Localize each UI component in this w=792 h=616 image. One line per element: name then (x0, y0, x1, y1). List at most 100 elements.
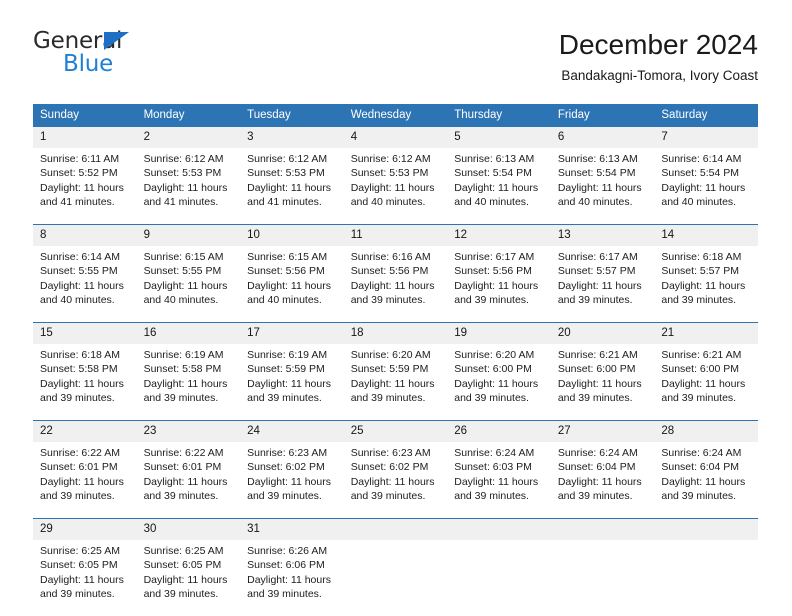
day-details: Sunrise: 6:21 AMSunset: 6:00 PMDaylight:… (551, 344, 655, 420)
sunset-text: Sunset: 6:05 PM (144, 558, 237, 572)
daylight-text: Daylight: 11 hours and 39 minutes. (558, 377, 651, 406)
calendar-day-cell[interactable]: 15Sunrise: 6:18 AMSunset: 5:58 PMDayligh… (33, 323, 137, 421)
calendar-day-cell[interactable]: 12Sunrise: 6:17 AMSunset: 5:56 PMDayligh… (447, 225, 551, 323)
day-number: 1 (33, 127, 137, 148)
calendar-day-cell[interactable]: 10Sunrise: 6:15 AMSunset: 5:56 PMDayligh… (240, 225, 344, 323)
day-number: 14 (654, 225, 758, 246)
calendar-day-cell[interactable]: 23Sunrise: 6:22 AMSunset: 6:01 PMDayligh… (137, 421, 241, 519)
day-number: 13 (551, 225, 655, 246)
daylight-text: Daylight: 11 hours and 39 minutes. (661, 279, 754, 308)
sunrise-text: Sunrise: 6:14 AM (40, 250, 133, 264)
calendar-day-cell[interactable]: 31Sunrise: 6:26 AMSunset: 6:06 PMDayligh… (240, 519, 344, 616)
sunset-text: Sunset: 6:06 PM (247, 558, 340, 572)
sunset-text: Sunset: 5:54 PM (558, 166, 651, 180)
day-number: 19 (447, 323, 551, 344)
calendar-day-cell[interactable]: 8Sunrise: 6:14 AMSunset: 5:55 PMDaylight… (33, 225, 137, 323)
sunrise-sunset-calendar: Sunday Monday Tuesday Wednesday Thursday… (33, 104, 758, 616)
calendar-day-cell[interactable]: 14Sunrise: 6:18 AMSunset: 5:57 PMDayligh… (654, 225, 758, 323)
sunrise-text: Sunrise: 6:19 AM (144, 348, 237, 362)
day-details: Sunrise: 6:26 AMSunset: 6:06 PMDaylight:… (240, 540, 344, 616)
daylight-text: Daylight: 11 hours and 41 minutes. (40, 181, 133, 210)
day-details: Sunrise: 6:12 AMSunset: 5:53 PMDaylight:… (344, 148, 448, 224)
daylight-text: Daylight: 11 hours and 39 minutes. (661, 475, 754, 504)
day-details: Sunrise: 6:21 AMSunset: 6:00 PMDaylight:… (654, 344, 758, 420)
sunset-text: Sunset: 5:53 PM (144, 166, 237, 180)
calendar-day-cell[interactable]: 20Sunrise: 6:21 AMSunset: 6:00 PMDayligh… (551, 323, 655, 421)
daylight-text: Daylight: 11 hours and 39 minutes. (661, 377, 754, 406)
calendar-day-cell[interactable]: 11Sunrise: 6:16 AMSunset: 5:56 PMDayligh… (344, 225, 448, 323)
calendar-day-cell[interactable]: 2Sunrise: 6:12 AMSunset: 5:53 PMDaylight… (137, 127, 241, 225)
daylight-text: Daylight: 11 hours and 39 minutes. (247, 573, 340, 602)
sunrise-text: Sunrise: 6:20 AM (454, 348, 547, 362)
sunrise-text: Sunrise: 6:20 AM (351, 348, 444, 362)
day-number (551, 519, 655, 540)
day-number: 26 (447, 421, 551, 442)
day-details: Sunrise: 6:24 AMSunset: 6:03 PMDaylight:… (447, 442, 551, 518)
calendar-day-cell[interactable]: 24Sunrise: 6:23 AMSunset: 6:02 PMDayligh… (240, 421, 344, 519)
sunset-text: Sunset: 5:56 PM (351, 264, 444, 278)
sunrise-text: Sunrise: 6:14 AM (661, 152, 754, 166)
calendar-day-cell[interactable]: 28Sunrise: 6:24 AMSunset: 6:04 PMDayligh… (654, 421, 758, 519)
day-number: 9 (137, 225, 241, 246)
calendar-day-cell[interactable]: 30Sunrise: 6:25 AMSunset: 6:05 PMDayligh… (137, 519, 241, 616)
calendar-day-cell[interactable]: 4Sunrise: 6:12 AMSunset: 5:53 PMDaylight… (344, 127, 448, 225)
calendar-day-cell[interactable]: 3Sunrise: 6:12 AMSunset: 5:53 PMDaylight… (240, 127, 344, 225)
sunset-text: Sunset: 5:55 PM (144, 264, 237, 278)
calendar-day-cell[interactable]: 6Sunrise: 6:13 AMSunset: 5:54 PMDaylight… (551, 127, 655, 225)
sunrise-text: Sunrise: 6:24 AM (454, 446, 547, 460)
day-details: Sunrise: 6:20 AMSunset: 5:59 PMDaylight:… (344, 344, 448, 420)
calendar-day-cell[interactable]: 19Sunrise: 6:20 AMSunset: 6:00 PMDayligh… (447, 323, 551, 421)
calendar-day-cell[interactable]: 1Sunrise: 6:11 AMSunset: 5:52 PMDaylight… (33, 127, 137, 225)
calendar-day-cell[interactable]: 9Sunrise: 6:15 AMSunset: 5:55 PMDaylight… (137, 225, 241, 323)
calendar-day-cell[interactable]: 22Sunrise: 6:22 AMSunset: 6:01 PMDayligh… (33, 421, 137, 519)
day-details: Sunrise: 6:18 AMSunset: 5:58 PMDaylight:… (33, 344, 137, 420)
day-number: 31 (240, 519, 344, 540)
calendar-day-cell[interactable]: 17Sunrise: 6:19 AMSunset: 5:59 PMDayligh… (240, 323, 344, 421)
daylight-text: Daylight: 11 hours and 39 minutes. (454, 377, 547, 406)
logo-triangle-icon (104, 32, 129, 50)
calendar-day-cell[interactable]: 25Sunrise: 6:23 AMSunset: 6:02 PMDayligh… (344, 421, 448, 519)
day-details: Sunrise: 6:25 AMSunset: 6:05 PMDaylight:… (137, 540, 241, 616)
calendar-day-cell[interactable]: 13Sunrise: 6:17 AMSunset: 5:57 PMDayligh… (551, 225, 655, 323)
day-number: 24 (240, 421, 344, 442)
sunrise-text: Sunrise: 6:12 AM (144, 152, 237, 166)
sunrise-text: Sunrise: 6:22 AM (40, 446, 133, 460)
day-number: 4 (344, 127, 448, 148)
daylight-text: Daylight: 11 hours and 39 minutes. (144, 475, 237, 504)
calendar-day-cell[interactable]: 29Sunrise: 6:25 AMSunset: 6:05 PMDayligh… (33, 519, 137, 616)
sunrise-text: Sunrise: 6:12 AM (247, 152, 340, 166)
daylight-text: Daylight: 11 hours and 40 minutes. (661, 181, 754, 210)
weekday-header-saturday: Saturday (654, 104, 758, 127)
sunrise-text: Sunrise: 6:13 AM (558, 152, 651, 166)
calendar-day-cell[interactable]: 26Sunrise: 6:24 AMSunset: 6:03 PMDayligh… (447, 421, 551, 519)
sunrise-text: Sunrise: 6:15 AM (247, 250, 340, 264)
day-number: 12 (447, 225, 551, 246)
sunrise-text: Sunrise: 6:16 AM (351, 250, 444, 264)
calendar-week-row: 1Sunrise: 6:11 AMSunset: 5:52 PMDaylight… (33, 127, 758, 225)
calendar-day-cell[interactable]: 21Sunrise: 6:21 AMSunset: 6:00 PMDayligh… (654, 323, 758, 421)
calendar-day-cell[interactable]: 5Sunrise: 6:13 AMSunset: 5:54 PMDaylight… (447, 127, 551, 225)
calendar-day-cell[interactable]: 16Sunrise: 6:19 AMSunset: 5:58 PMDayligh… (137, 323, 241, 421)
sunrise-text: Sunrise: 6:21 AM (558, 348, 651, 362)
daylight-text: Daylight: 11 hours and 41 minutes. (144, 181, 237, 210)
day-number: 3 (240, 127, 344, 148)
daylight-text: Daylight: 11 hours and 39 minutes. (144, 377, 237, 406)
day-number: 15 (33, 323, 137, 344)
weekday-header-thursday: Thursday (447, 104, 551, 127)
calendar-day-cell[interactable]: 27Sunrise: 6:24 AMSunset: 6:04 PMDayligh… (551, 421, 655, 519)
sunset-text: Sunset: 5:59 PM (247, 362, 340, 376)
sunrise-text: Sunrise: 6:12 AM (351, 152, 444, 166)
day-number: 18 (344, 323, 448, 344)
daylight-text: Daylight: 11 hours and 40 minutes. (247, 279, 340, 308)
sunset-text: Sunset: 6:01 PM (144, 460, 237, 474)
daylight-text: Daylight: 11 hours and 39 minutes. (40, 573, 133, 602)
calendar-day-cell[interactable]: 18Sunrise: 6:20 AMSunset: 5:59 PMDayligh… (344, 323, 448, 421)
calendar-empty-cell (654, 519, 758, 616)
calendar-page: General Blue December 2024 Bandakagni-To… (0, 0, 792, 612)
daylight-text: Daylight: 11 hours and 40 minutes. (40, 279, 133, 308)
day-details: Sunrise: 6:13 AMSunset: 5:54 PMDaylight:… (447, 148, 551, 224)
sunset-text: Sunset: 6:04 PM (661, 460, 754, 474)
calendar-day-cell[interactable]: 7Sunrise: 6:14 AMSunset: 5:54 PMDaylight… (654, 127, 758, 225)
day-number: 21 (654, 323, 758, 344)
sunset-text: Sunset: 5:53 PM (351, 166, 444, 180)
